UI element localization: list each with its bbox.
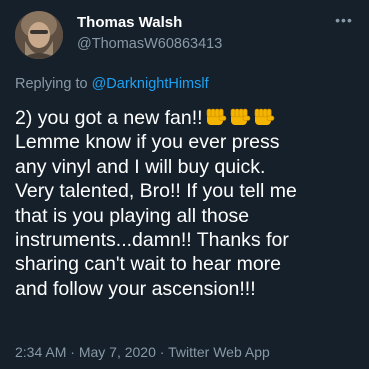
oncoming-fist-icon [254, 108, 274, 125]
tweet-time[interactable]: 2:34 AM [15, 344, 66, 360]
avatar[interactable] [15, 11, 63, 59]
tweet-text-line-content: 2) you got a new fan!! [15, 107, 203, 129]
replying-to-mention[interactable]: @DarknightHimslf [92, 76, 209, 92]
tweet-text-line: and follow your ascension!!! [15, 277, 256, 300]
tweet-text-line: instruments...damn!! Thanks for [15, 229, 289, 252]
avatar-image [15, 11, 63, 59]
tweet-text-line: any vinyl and I will buy quick. [15, 155, 266, 178]
author-display-name[interactable]: Thomas Walsh [77, 14, 222, 32]
tweet-card: Thomas Walsh @ThomasW60863413 ••• Replyi… [0, 0, 369, 369]
tweet-meta: 2:34 AM · May 7, 2020 · Twitter Web App [15, 343, 270, 361]
tweet-text: 2) you got a new fan!! Lemme know if you… [15, 106, 360, 301]
author-info: Thomas Walsh @ThomasW60863413 [77, 14, 222, 53]
author-handle[interactable]: @ThomasW60863413 [77, 35, 222, 53]
tweet-text-line: Lemme know if you ever press [15, 131, 280, 154]
replying-to: Replying to @DarknightHimslf [15, 75, 209, 93]
more-horizontal-icon: ••• [335, 12, 353, 28]
tweet-date[interactable]: May 7, 2020 [79, 344, 156, 360]
tweet-source[interactable]: Twitter Web App [168, 344, 270, 360]
meta-separator: · [155, 344, 169, 360]
meta-separator: · [66, 344, 79, 360]
replying-to-prefix: Replying to [15, 76, 92, 92]
more-options-button[interactable]: ••• [333, 12, 355, 28]
tweet-text-line: 2) you got a new fan!! [15, 106, 360, 130]
emoji-group [203, 107, 275, 129]
oncoming-fist-icon [206, 108, 226, 125]
tweet-text-line: Very talented, Bro!! If you tell me [15, 180, 297, 203]
tweet-text-line: that is you playing all those [15, 204, 250, 227]
tweet-text-line: sharing can't wait to hear more [15, 253, 282, 276]
oncoming-fist-icon [230, 108, 250, 125]
